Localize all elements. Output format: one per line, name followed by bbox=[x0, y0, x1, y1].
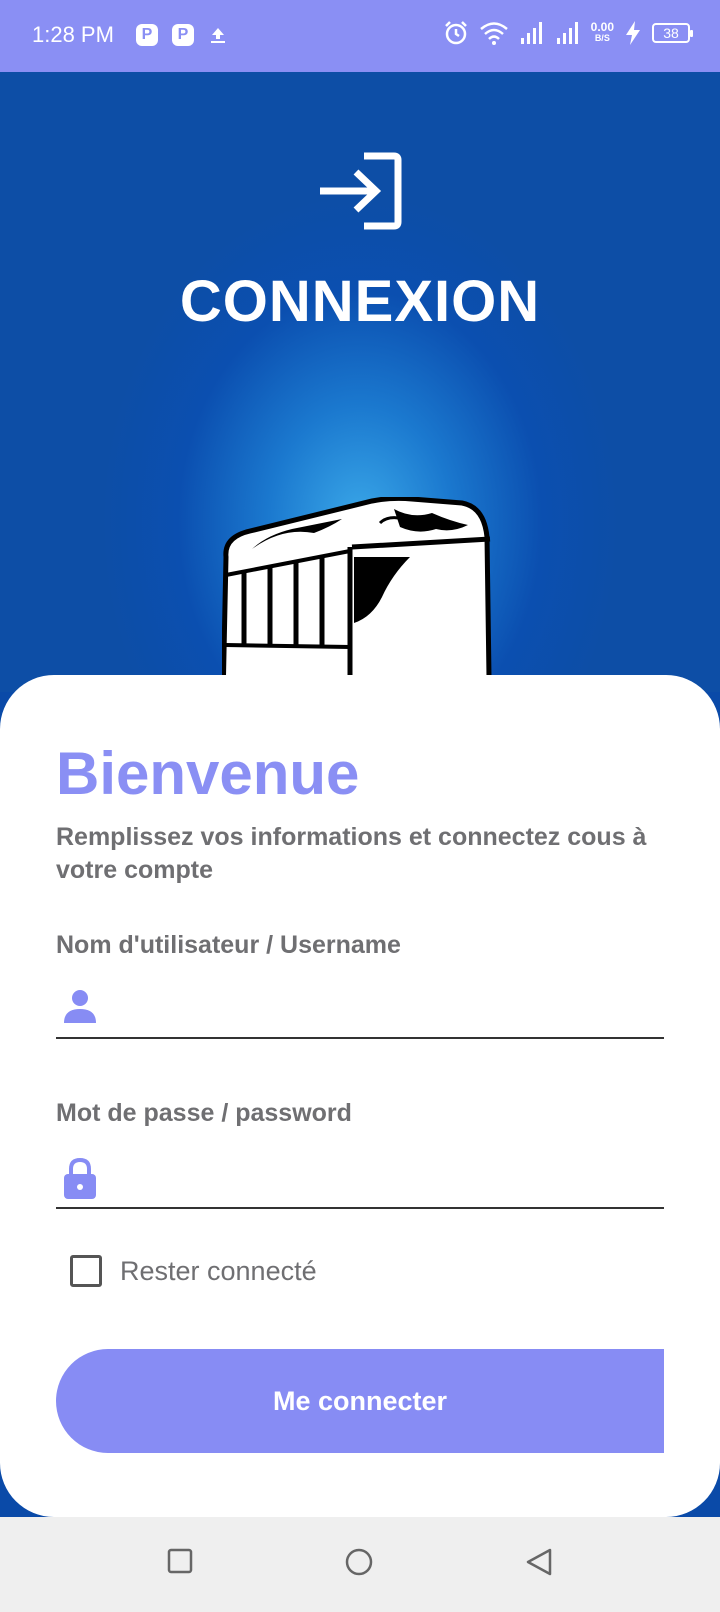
username-input[interactable] bbox=[112, 985, 656, 1031]
p-app-icon: P bbox=[136, 24, 158, 46]
back-icon[interactable] bbox=[524, 1547, 554, 1577]
login-button[interactable]: Me connecter bbox=[56, 1349, 664, 1453]
status-indicators: 0.00 B/S 38 bbox=[443, 20, 693, 46]
signal-icon bbox=[520, 22, 542, 44]
notification-icons: P P bbox=[136, 24, 228, 46]
wifi-icon bbox=[479, 22, 508, 45]
username-label: Nom d'utilisateur / Username bbox=[56, 931, 401, 959]
user-icon bbox=[64, 990, 96, 1023]
remember-checkbox[interactable] bbox=[70, 1255, 102, 1287]
home-icon[interactable] bbox=[344, 1547, 374, 1577]
p-app-icon: P bbox=[172, 24, 194, 46]
navigation-bar bbox=[0, 1517, 720, 1612]
net-speed: 0.00 B/S bbox=[590, 20, 614, 44]
login-icon bbox=[320, 152, 402, 230]
lock-icon bbox=[64, 1157, 96, 1199]
login-card: Bienvenue Remplissez vos informations et… bbox=[0, 675, 720, 1517]
password-input[interactable] bbox=[112, 1155, 656, 1201]
password-field[interactable] bbox=[56, 1149, 664, 1209]
welcome-heading: Bienvenue bbox=[56, 740, 360, 807]
welcome-subtitle: Remplissez vos informations et connectez… bbox=[56, 823, 647, 884]
net-speed-unit: B/S bbox=[594, 33, 610, 43]
charging-icon bbox=[626, 21, 640, 45]
signal-icon bbox=[556, 22, 578, 44]
alarm-icon bbox=[444, 21, 467, 45]
password-label: Mot de passe / password bbox=[56, 1099, 352, 1127]
battery-indicator: 38 bbox=[652, 23, 693, 43]
recent-apps-icon[interactable] bbox=[166, 1547, 194, 1575]
upload-icon bbox=[211, 28, 225, 43]
status-time: 1:28 PM bbox=[32, 22, 114, 47]
username-field[interactable] bbox=[56, 979, 664, 1039]
status-bar: 1:28 PM P P 0.00 B/S 38 bbox=[0, 0, 720, 72]
hero-banner: CONNEXION bbox=[0, 72, 720, 747]
remember-label[interactable]: Rester connecté bbox=[120, 1256, 317, 1287]
net-speed-value: 0.00 bbox=[590, 20, 614, 34]
page-title: CONNEXION bbox=[179, 269, 541, 334]
